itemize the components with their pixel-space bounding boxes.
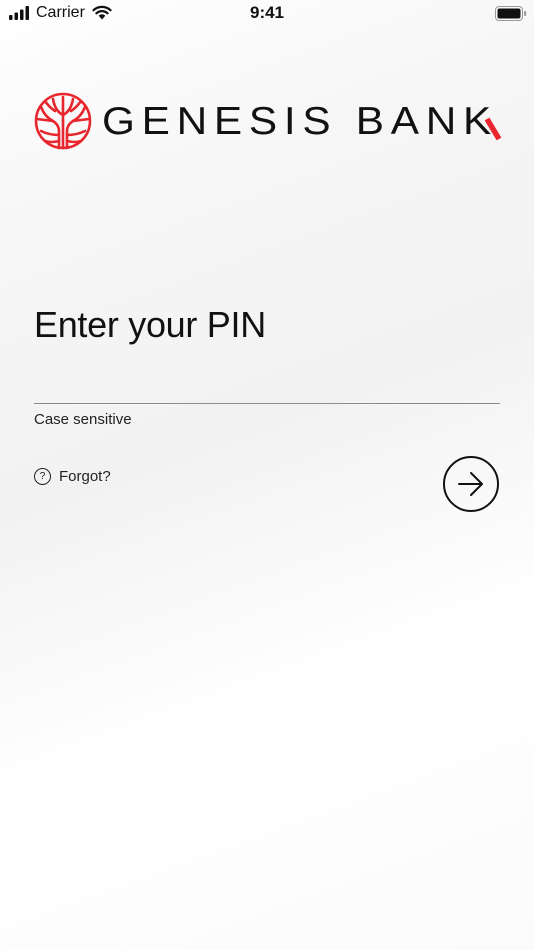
brand-header: GENESIS BANK (33, 91, 503, 153)
pin-input[interactable] (34, 364, 500, 404)
battery-icon (495, 6, 527, 21)
brand-name: GENESIS BANK (102, 101, 502, 141)
tree-logo-icon (34, 92, 92, 150)
case-sensitive-hint: Case sensitive (34, 411, 132, 428)
forgot-label: Forgot? (59, 467, 111, 485)
submit-pin-button[interactable] (443, 456, 499, 512)
forgot-pin-link[interactable]: ? Forgot? (34, 465, 111, 487)
arrow-right-icon (458, 472, 483, 496)
help-icon: ? (34, 467, 51, 485)
page-title: Enter your PIN (34, 304, 266, 345)
svg-text:GENESIS BANK: GENESIS BANK (102, 101, 498, 141)
status-bar: Carrier 9:41 (0, 0, 534, 28)
status-time: 9:41 (249, 3, 285, 22)
